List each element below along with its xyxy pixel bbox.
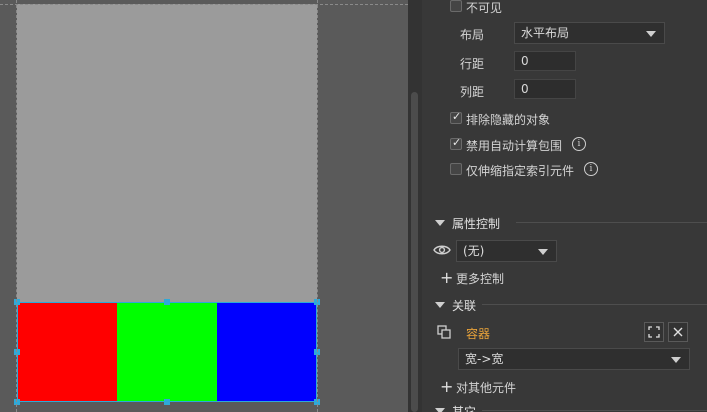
section-divider: [516, 222, 707, 223]
section-divider: [482, 304, 707, 305]
exclude-hidden-checkbox[interactable]: [450, 110, 462, 124]
association-mapping-select[interactable]: 宽->宽: [458, 348, 690, 370]
chevron-down-icon: [671, 357, 681, 363]
eye-icon[interactable]: [433, 244, 451, 256]
design-canvas[interactable]: [0, 0, 408, 412]
layout-select[interactable]: 水平布局: [514, 22, 665, 44]
add-other-element-button[interactable]: 对其他元件: [456, 379, 516, 396]
guide-line-horizontal: [0, 4, 408, 5]
section-title-association[interactable]: 关联: [452, 297, 476, 314]
section-title-property-control[interactable]: 属性控制: [452, 215, 500, 232]
red-cell[interactable]: [17, 302, 117, 402]
collapse-arrow-icon[interactable]: [435, 302, 445, 308]
section-divider: [482, 410, 707, 411]
property-control-select-value: (无): [463, 244, 485, 258]
resize-handle-left[interactable]: [14, 349, 20, 355]
invisible-checkbox[interactable]: [450, 0, 462, 12]
disable-auto-bounds-label: 禁用自动计算包围: [466, 139, 563, 153]
more-controls-button[interactable]: 更多控制: [456, 270, 504, 287]
expand-icon[interactable]: [644, 322, 664, 342]
chevron-down-icon: [538, 249, 548, 255]
resize-handle-bottom-left[interactable]: [14, 399, 20, 405]
guide-line-right: [317, 0, 318, 412]
row-spacing-label: 行距: [460, 57, 485, 71]
association-mapping-value: 宽->宽: [465, 352, 504, 366]
horizontal-layout-container[interactable]: [17, 302, 317, 402]
scrollbar-thumb[interactable]: [411, 92, 418, 412]
guide-line-left: [16, 0, 17, 412]
layout-select-value: 水平布局: [521, 26, 570, 40]
info-icon[interactable]: i: [572, 137, 586, 151]
link-copy-icon: [437, 325, 451, 339]
scale-indexed-only-checkbox[interactable]: [450, 163, 462, 175]
resize-handle-bottom[interactable]: [164, 399, 170, 405]
resize-handle-top-left[interactable]: [14, 299, 20, 305]
invisible-label: 不可见: [466, 1, 503, 15]
exclude-hidden-label: 排除隐藏的对象: [466, 113, 551, 127]
association-target-label[interactable]: 容器: [466, 325, 490, 342]
green-cell[interactable]: [117, 302, 217, 402]
collapse-arrow-icon[interactable]: [435, 408, 445, 412]
disable-auto-bounds-checkbox[interactable]: [450, 136, 462, 150]
plus-icon[interactable]: +: [440, 270, 453, 286]
scale-indexed-only-label: 仅伸缩指定索引元件: [466, 164, 575, 178]
properties-panel: 不可见 布局 水平布局 行距 0 列距 0 排除隐藏的对象 禁用自动计算包围 i…: [422, 0, 707, 412]
collapse-arrow-icon[interactable]: [435, 220, 445, 226]
row-spacing-input[interactable]: 0: [514, 51, 576, 71]
canvas-scrollbar[interactable]: [408, 0, 422, 412]
column-spacing-label: 列距: [460, 85, 485, 99]
chevron-down-icon: [646, 31, 656, 37]
column-spacing-input[interactable]: 0: [514, 79, 576, 99]
section-title-other[interactable]: 其它: [452, 403, 476, 412]
artboard[interactable]: [17, 4, 317, 302]
blue-cell[interactable]: [217, 302, 317, 402]
close-icon[interactable]: [668, 322, 688, 342]
layout-label: 布局: [460, 28, 485, 42]
property-control-select[interactable]: (无): [456, 240, 557, 262]
plus-icon[interactable]: +: [440, 379, 453, 395]
resize-handle-top[interactable]: [164, 299, 170, 305]
info-icon[interactable]: i: [584, 162, 598, 176]
